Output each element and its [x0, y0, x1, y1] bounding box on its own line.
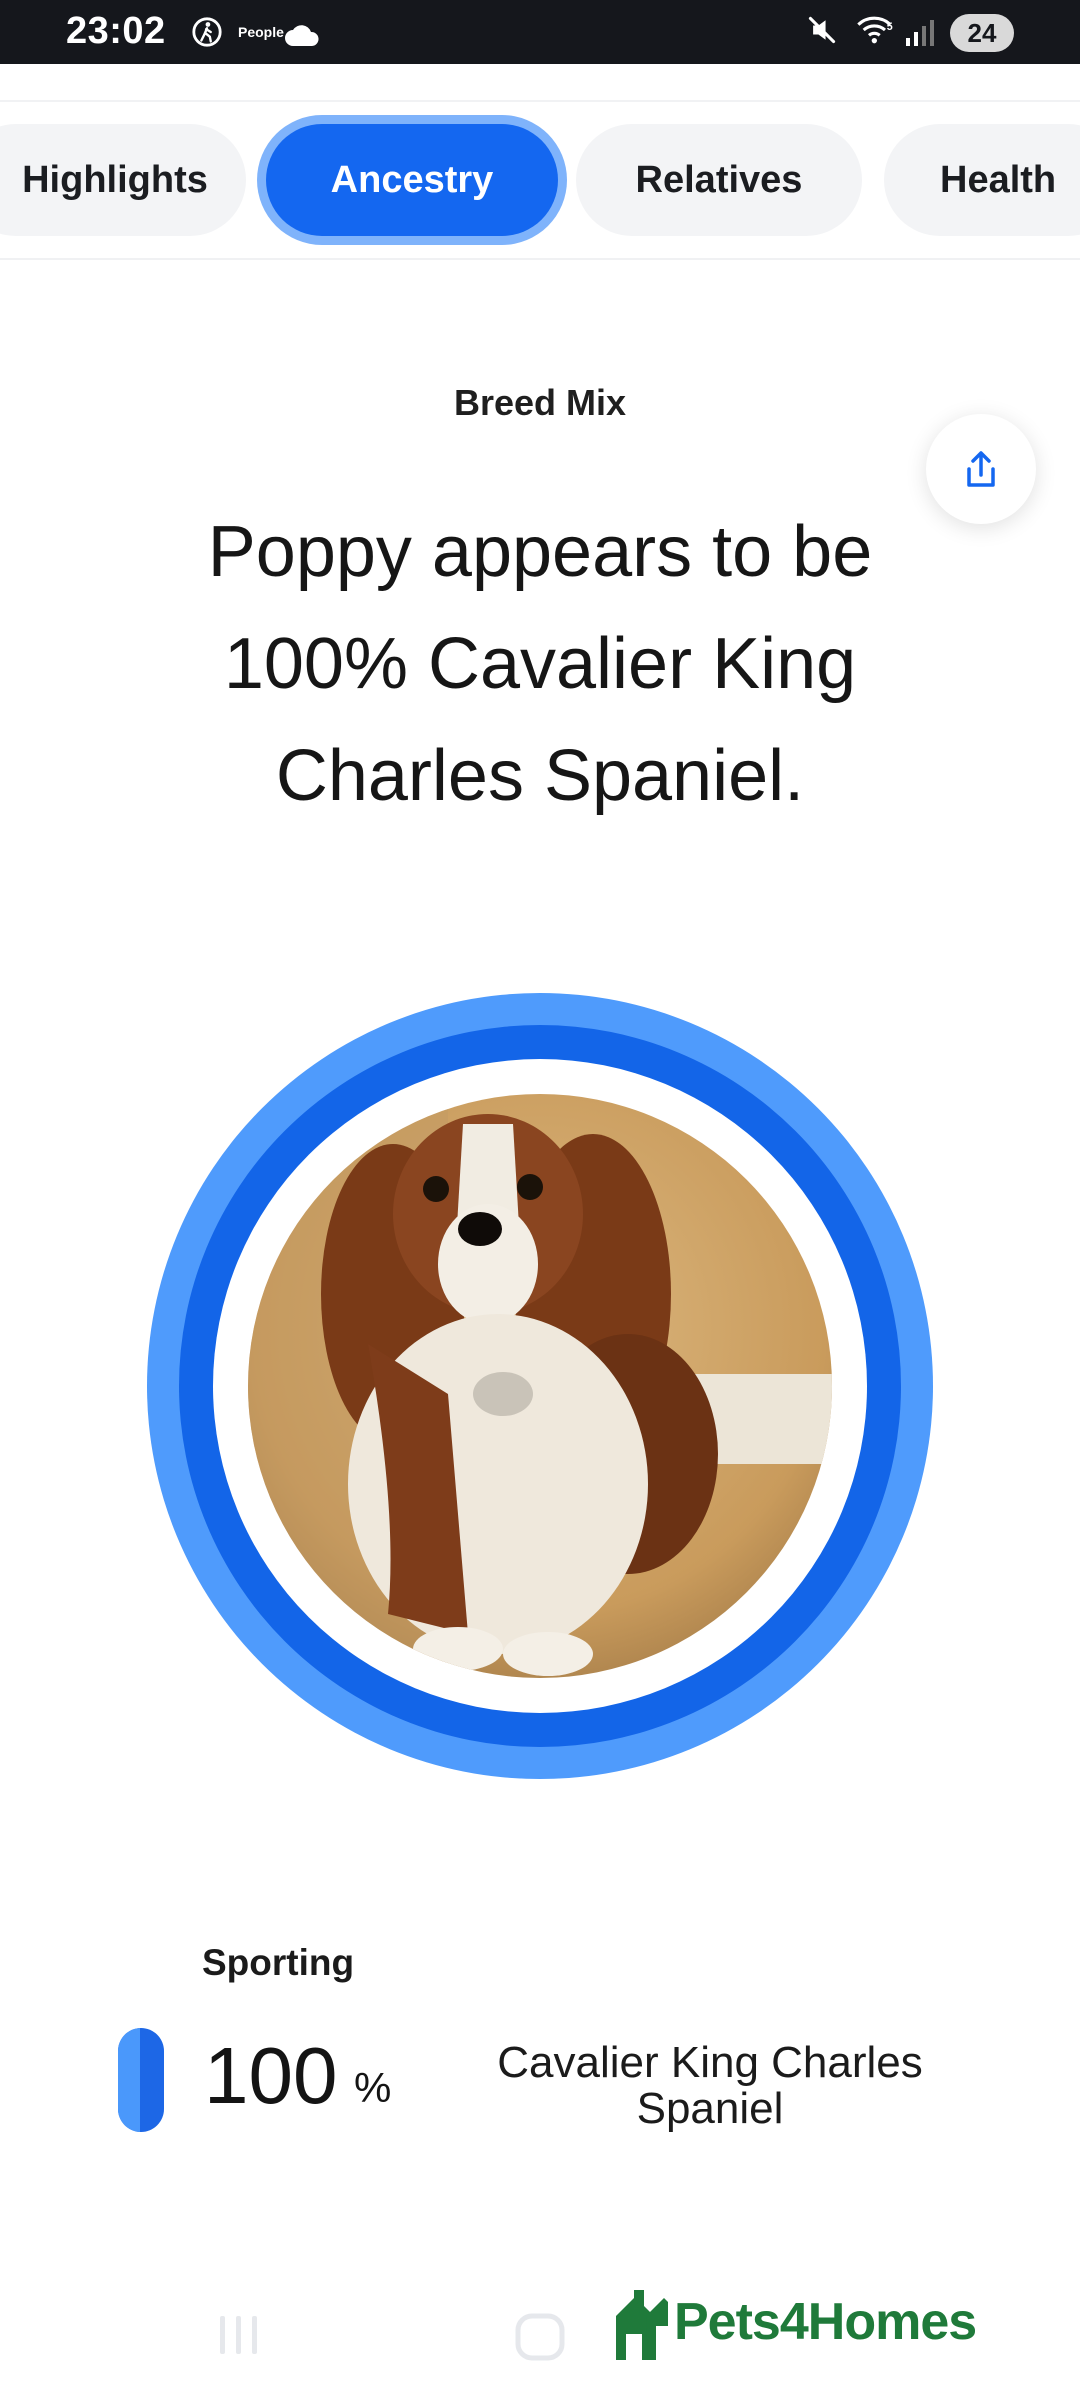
tab-label: Relatives	[635, 158, 803, 201]
breed-group-label: Sporting	[202, 1942, 355, 1983]
status-bar: 23:02 People 5 24	[0, 0, 1080, 64]
svg-text:5: 5	[887, 21, 893, 33]
status-time: 23:02	[66, 10, 166, 52]
tab-label: Ancestry	[330, 158, 494, 201]
tab-highlights[interactable]: Highlights	[0, 124, 246, 236]
tab-relatives[interactable]: Relatives	[576, 124, 862, 236]
breed-headline: Poppy appears to be 100% Cavalier King C…	[207, 512, 873, 816]
wifi-icon: 5	[857, 16, 893, 44]
tab-label: Health	[940, 158, 1057, 201]
pets4homes-watermark: Pets4Homes	[612, 2286, 1012, 2364]
tab-label: Highlights	[22, 158, 208, 201]
people-app-icon: People	[238, 24, 284, 40]
tab-health[interactable]: Health	[884, 124, 1080, 236]
recent-apps-icon[interactable]	[214, 2312, 264, 2358]
home-icon[interactable]	[514, 2312, 568, 2362]
cloud-icon	[285, 25, 319, 46]
section-subtitle: Breed Mix	[453, 382, 627, 423]
share-button[interactable]	[926, 414, 1036, 524]
breed-color-swatch	[118, 2028, 164, 2132]
percent-value: 100	[204, 2031, 338, 2120]
watermark-text: Pets4Homes	[674, 2293, 977, 2351]
signal-icon	[906, 20, 934, 46]
mute-icon	[808, 16, 836, 44]
share-icon	[967, 451, 995, 487]
dog-photo	[248, 1094, 832, 1678]
walking-icon	[192, 17, 222, 47]
battery-indicator: 24	[950, 14, 1014, 52]
tab-ancestry[interactable]: Ancestry	[266, 124, 558, 236]
breed-name: Cavalier King Charles Spaniel	[497, 2038, 923, 2133]
percent-symbol: %	[354, 2064, 392, 2111]
pets4homes-logo-icon	[616, 2290, 668, 2360]
